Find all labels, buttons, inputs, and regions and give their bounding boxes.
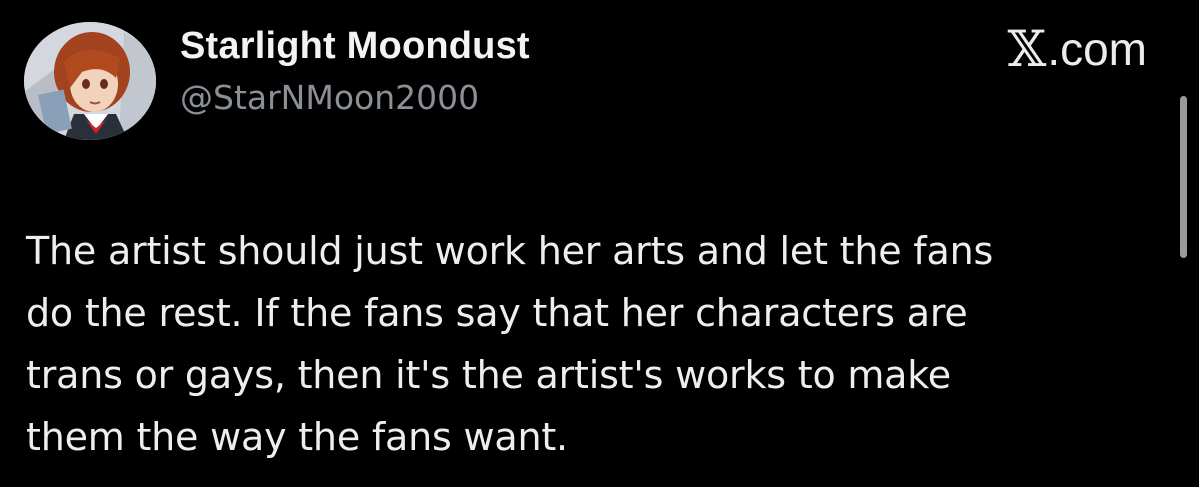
source-domain-suffix: .com — [1047, 23, 1147, 75]
tweet-text-line: trans or gays, then it's the artist's wo… — [26, 353, 951, 397]
author-handle[interactable]: @StarNMoon2000 — [180, 76, 479, 120]
scrollbar[interactable] — [1180, 96, 1187, 258]
tweet-text-line: them the way the fans want. — [26, 415, 568, 459]
author-display-name[interactable]: Starlight Moondust — [180, 22, 530, 70]
tweet-card: Starlight Moondust @StarNMoon2000 𝕏 .com… — [0, 0, 1199, 487]
tweet-text-line: do the rest. If the fans say that her ch… — [26, 291, 968, 335]
anime-character-avatar-icon — [24, 22, 156, 140]
tweet-text: The artist should just work her arts and… — [26, 220, 1171, 468]
avatar[interactable] — [24, 22, 156, 140]
tweet-text-line: The artist should just work her arts and… — [26, 229, 994, 273]
source-watermark: 𝕏 .com — [1008, 24, 1147, 74]
x-logo-icon: 𝕏 — [1007, 20, 1047, 78]
